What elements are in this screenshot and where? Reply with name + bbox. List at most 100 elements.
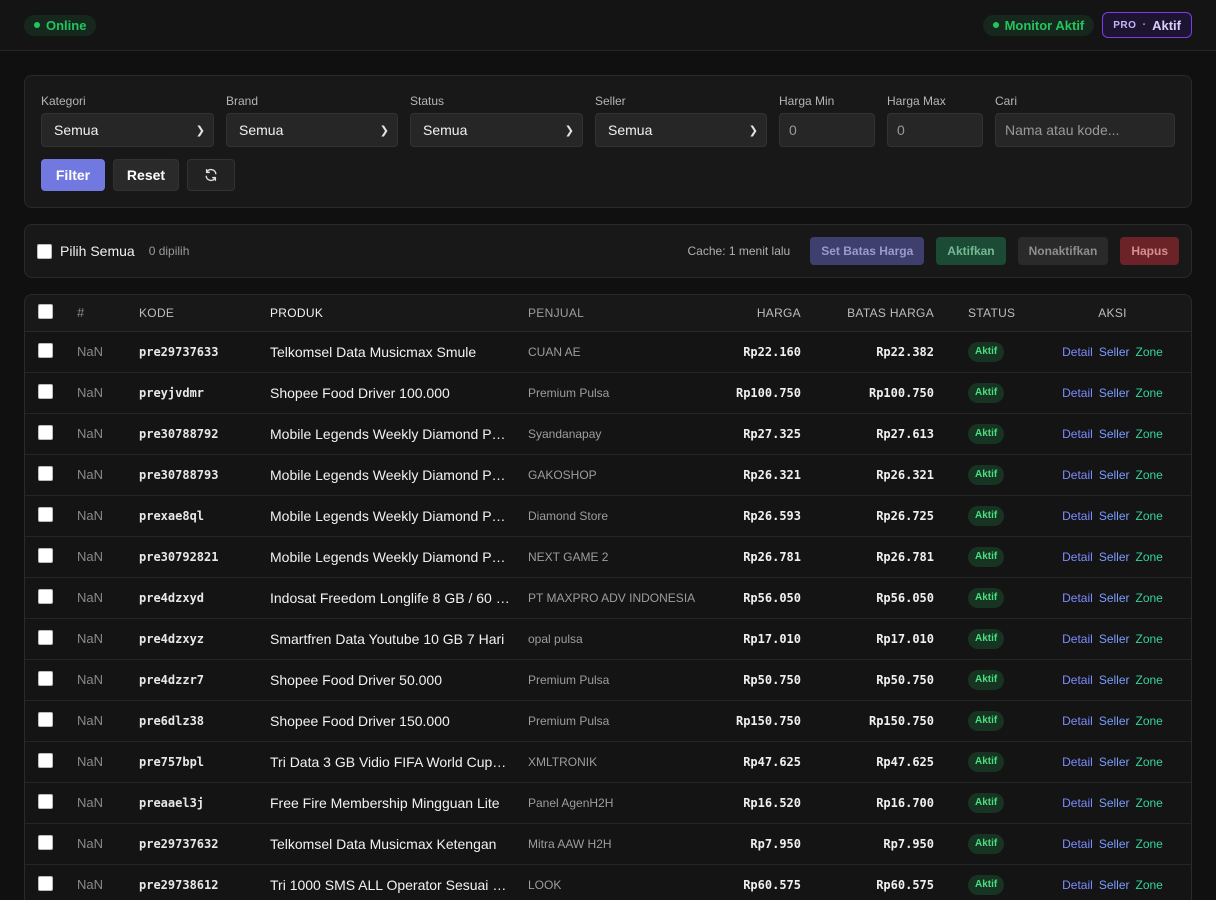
delete-button[interactable]: Hapus (1120, 237, 1179, 265)
seller-link[interactable]: Seller (1099, 632, 1130, 646)
zone-link[interactable]: Zone (1136, 878, 1163, 892)
seller-link[interactable]: Seller (1099, 509, 1130, 523)
status-badge: Aktif (968, 792, 1005, 813)
row-actions: Detail Seller Zone (1034, 495, 1191, 536)
row-num: NaN (77, 426, 104, 441)
detail-link[interactable]: Detail (1062, 386, 1093, 400)
status-badge: Aktif (968, 341, 1005, 362)
bulk-buttons: Cache: 1 menit lalu Set Batas Harga Akti… (688, 237, 1179, 265)
row-limit: Rp47.625 (876, 754, 934, 769)
search-label: Cari (995, 94, 1018, 108)
detail-link[interactable]: Detail (1062, 714, 1093, 728)
pro-badge[interactable]: PRO · Aktif (1102, 12, 1192, 38)
row-checkbox[interactable] (38, 629, 53, 645)
zone-link[interactable]: Zone (1136, 796, 1163, 810)
seller-select[interactable]: Semua ❯ (595, 113, 767, 147)
kategori-select[interactable]: Semua ❯ (41, 113, 214, 147)
zone-link[interactable]: Zone (1136, 632, 1163, 646)
seller-link[interactable]: Seller (1099, 837, 1130, 851)
zone-link[interactable]: Zone (1136, 837, 1163, 851)
row-product: Mobile Legends Weekly Diamond Pass (270, 425, 510, 442)
kategori-value: Semua (54, 122, 99, 138)
row-checkbox[interactable] (38, 547, 53, 563)
detail-link[interactable]: Detail (1062, 632, 1093, 646)
brand-group: Brand Semua ❯ (226, 94, 398, 147)
header-checkbox[interactable] (38, 303, 53, 319)
row-checkbox[interactable] (38, 506, 53, 522)
row-checkbox[interactable] (38, 342, 53, 358)
seller-link[interactable]: Seller (1099, 386, 1130, 400)
seller-link[interactable]: Seller (1099, 345, 1130, 359)
zone-link[interactable]: Zone (1136, 509, 1163, 523)
row-checkbox[interactable] (38, 465, 53, 481)
seller-link[interactable]: Seller (1099, 755, 1130, 769)
row-checkbox[interactable] (38, 383, 53, 399)
row-checkbox[interactable] (38, 834, 53, 850)
seller-link[interactable]: Seller (1099, 427, 1130, 441)
header-price[interactable]: HARGA (706, 295, 801, 332)
row-checkbox[interactable] (38, 875, 53, 891)
detail-link[interactable]: Detail (1062, 591, 1093, 605)
zone-link[interactable]: Zone (1136, 550, 1163, 564)
detail-link[interactable]: Detail (1062, 878, 1093, 892)
row-price: Rp150.750 (735, 713, 801, 728)
reset-button[interactable]: Reset (113, 159, 179, 191)
seller-link[interactable]: Seller (1099, 550, 1130, 564)
header-seller[interactable]: PENJUAL (528, 295, 706, 332)
detail-link[interactable]: Detail (1062, 755, 1093, 769)
seller-link[interactable]: Seller (1099, 878, 1130, 892)
select-all-label[interactable]: Pilih Semua (60, 243, 135, 259)
zone-link[interactable]: Zone (1136, 345, 1163, 359)
seller-link[interactable]: Seller (1099, 591, 1130, 605)
zone-link[interactable]: Zone (1136, 386, 1163, 400)
refresh-button[interactable] (187, 159, 235, 191)
table-row: NaN pre30788792 Mobile Legends Weekly Diam… (25, 413, 1191, 454)
row-checkbox[interactable] (38, 588, 53, 604)
header-product[interactable]: PRODUK (270, 295, 528, 332)
detail-link[interactable]: Detail (1062, 509, 1093, 523)
activate-button[interactable]: Aktifkan (936, 237, 1006, 265)
header-status[interactable]: STATUS (934, 295, 1034, 332)
detail-link[interactable]: Detail (1062, 468, 1093, 482)
brand-select[interactable]: Semua ❯ (226, 113, 398, 147)
deactivate-button[interactable]: Nonaktifkan (1017, 237, 1109, 265)
row-checkbox[interactable] (38, 424, 53, 440)
detail-link[interactable]: Detail (1062, 427, 1093, 441)
row-price: Rp60.575 (743, 877, 801, 892)
status-value: Semua (423, 122, 468, 138)
row-checkbox[interactable] (38, 711, 53, 727)
harga-min-input[interactable]: 0 (779, 113, 875, 147)
zone-link[interactable]: Zone (1136, 591, 1163, 605)
header-limit[interactable]: BATAS HARGA (801, 295, 934, 332)
harga-max-input[interactable]: 0 (887, 113, 983, 147)
detail-link[interactable]: Detail (1062, 673, 1093, 687)
zone-link[interactable]: Zone (1136, 714, 1163, 728)
row-limit: Rp150.750 (868, 713, 934, 728)
seller-link[interactable]: Seller (1099, 673, 1130, 687)
row-checkbox[interactable] (38, 793, 53, 809)
header-code[interactable]: KODE (139, 295, 270, 332)
detail-link[interactable]: Detail (1062, 796, 1093, 810)
detail-link[interactable]: Detail (1062, 345, 1093, 359)
zone-link[interactable]: Zone (1136, 427, 1163, 441)
row-checkbox[interactable] (38, 670, 53, 686)
filter-button[interactable]: Filter (41, 159, 105, 191)
seller-link[interactable]: Seller (1099, 714, 1130, 728)
zone-link[interactable]: Zone (1136, 755, 1163, 769)
status-group: Status Semua ❯ (410, 94, 583, 147)
seller-link[interactable]: Seller (1099, 468, 1130, 482)
zone-link[interactable]: Zone (1136, 673, 1163, 687)
search-input[interactable]: Nama atau kode... (995, 113, 1175, 147)
select-all-checkbox[interactable] (37, 243, 52, 259)
zone-link[interactable]: Zone (1136, 468, 1163, 482)
set-price-limit-button[interactable]: Set Batas Harga (810, 237, 925, 265)
detail-link[interactable]: Detail (1062, 550, 1093, 564)
row-checkbox[interactable] (38, 752, 53, 768)
status-select[interactable]: Semua ❯ (410, 113, 583, 147)
seller-link[interactable]: Seller (1099, 796, 1130, 810)
detail-link[interactable]: Detail (1062, 837, 1093, 851)
row-seller: Syandanapay (528, 426, 602, 441)
row-num: NaN (77, 590, 104, 605)
brand-value: Semua (239, 122, 284, 138)
header-checkbox-cell (25, 295, 77, 332)
